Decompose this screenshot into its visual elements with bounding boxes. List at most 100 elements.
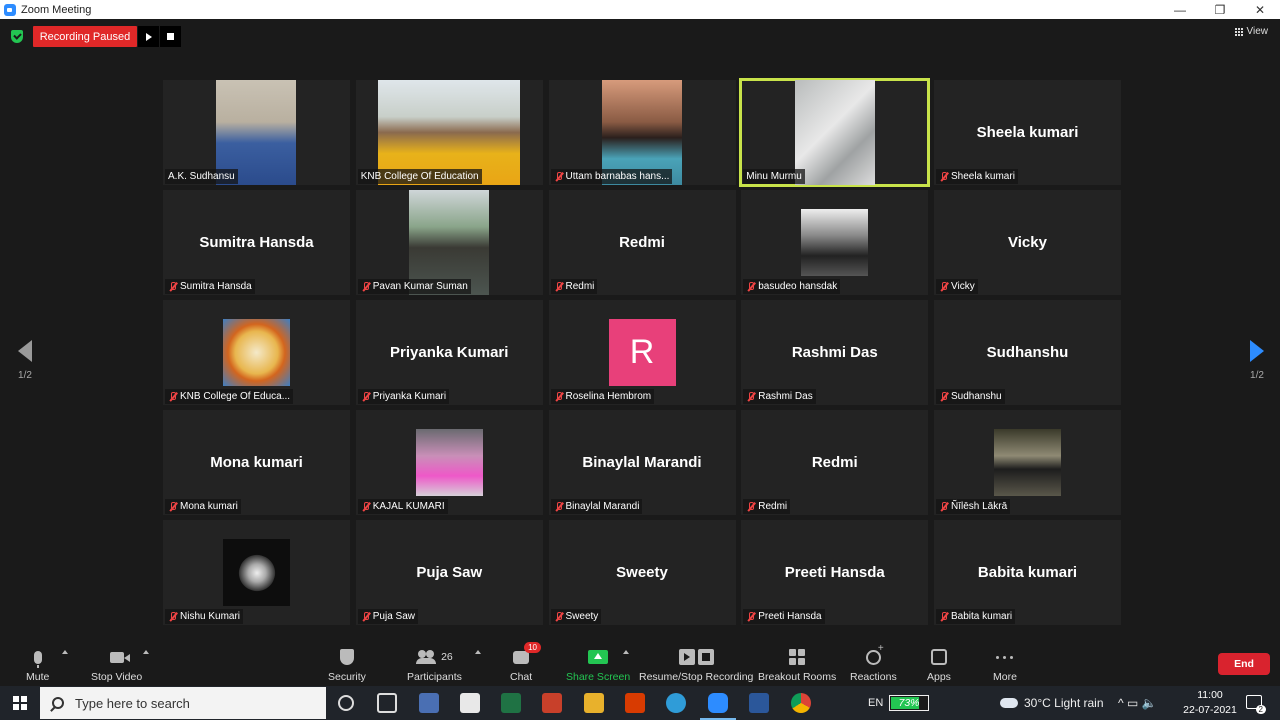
system-tray-icons[interactable]: ^ ▭ 🔈 (1118, 686, 1157, 720)
participant-avatar (223, 539, 290, 606)
participant-display-name: Rashmi Das (791, 344, 878, 361)
participant-name: Rashmi Das (758, 391, 813, 402)
store-icon[interactable] (460, 693, 480, 713)
video-options-caret-icon[interactable] (143, 650, 149, 654)
participant-name-tag: KNB College Of Education (357, 169, 482, 184)
security-button[interactable]: Security (328, 646, 366, 683)
participant-name-tag: basudeo hansdak (743, 279, 841, 294)
participant-tile[interactable]: Priyanka Kumari Priyanka Kumari (355, 300, 543, 405)
mic-muted-icon (939, 171, 948, 182)
participant-name-tag: Sheela kumari (936, 169, 1018, 184)
apps-button[interactable]: Apps (927, 646, 951, 683)
participant-tile[interactable]: R Roselina Hembrom (548, 300, 736, 405)
participant-tile[interactable]: Redmi Redmi (548, 190, 736, 295)
participant-tile[interactable]: Binaylal Marandi Binaylal Marandi (548, 410, 736, 515)
more-dots-icon (996, 655, 1014, 659)
previous-page-nav[interactable]: 1/2 (15, 340, 35, 381)
participant-name-tag: Priyanka Kumari (357, 389, 450, 404)
participant-tile[interactable]: Puja Saw Puja Saw (355, 520, 543, 625)
language-indicator[interactable]: EN (868, 686, 883, 720)
participant-video-feed (795, 80, 876, 185)
participant-tile[interactable]: Sumitra Hansda Sumitra Hansda (163, 190, 350, 295)
participant-tile[interactable]: Sweety Sweety (548, 520, 736, 625)
flower-image-icon (233, 549, 280, 596)
stop-icon (167, 33, 174, 40)
participants-options-caret-icon[interactable] (475, 650, 481, 654)
mute-button[interactable]: Mute (26, 646, 49, 683)
notification-center-icon[interactable]: 2 (1246, 695, 1266, 714)
participant-name-tag: Pavan Kumar Suman (357, 279, 471, 294)
participant-avatar (415, 429, 483, 496)
security-shield-icon (339, 649, 354, 665)
share-screen-icon (588, 650, 609, 664)
participant-tile[interactable]: Babita kumari Babita kumari (934, 520, 1121, 625)
more-button[interactable]: More (993, 646, 1017, 683)
participant-tile[interactable]: basudeo hansdak (741, 190, 929, 295)
notification-count: 2 (1255, 705, 1266, 714)
taskbar-clock[interactable]: 11:00 22-07-2021 (1180, 688, 1240, 718)
zoom-taskbar-icon[interactable] (700, 693, 736, 720)
taskbar-search-box[interactable]: Type here to search (40, 687, 326, 719)
participant-tile[interactable]: Ñīlēsh Lākrā (934, 410, 1121, 515)
view-button[interactable]: View (1235, 26, 1268, 37)
chat-button[interactable]: 10 Chat (510, 642, 541, 683)
app-icon-2[interactable] (542, 693, 562, 713)
participant-tile[interactable]: Pavan Kumar Suman (355, 190, 543, 295)
participant-name: Redmi (565, 281, 595, 292)
maximize-button[interactable]: ❐ (1200, 0, 1240, 19)
share-options-caret-icon[interactable] (623, 650, 629, 654)
more-label: More (993, 671, 1017, 683)
participant-name-tag: Nishu Kumari (165, 609, 244, 624)
battery-indicator[interactable]: 73% (889, 695, 929, 711)
resume-recording-button[interactable] (138, 26, 159, 47)
edge-icon[interactable] (666, 693, 686, 713)
participant-tile[interactable]: KNB College Of Education (355, 80, 543, 185)
task-view-icon[interactable] (377, 693, 397, 713)
encryption-shield-icon[interactable] (11, 30, 23, 43)
minimize-button[interactable]: — (1160, 0, 1200, 19)
reactions-button[interactable]: Reactions (850, 643, 897, 684)
close-button[interactable]: ✕ (1240, 0, 1280, 19)
window-title: Zoom Meeting (21, 3, 92, 16)
participant-name: Uttam barnabas hans... (565, 171, 670, 182)
cloud-rain-icon (1000, 698, 1018, 708)
share-screen-button[interactable]: Share Screen (566, 646, 630, 683)
end-meeting-button[interactable]: End (1218, 653, 1270, 675)
excel-icon[interactable] (501, 693, 521, 713)
stop-video-button[interactable]: Stop Video (91, 646, 142, 683)
participant-name-tag: Binaylal Marandi (550, 499, 643, 514)
app-icon-1[interactable] (419, 693, 439, 713)
stop-recording-button[interactable] (160, 26, 181, 47)
next-page-nav[interactable]: 1/2 (1247, 340, 1267, 381)
audio-options-caret-icon[interactable] (62, 650, 68, 654)
weather-widget[interactable]: 30°C Light rain (1000, 686, 1104, 720)
resume-stop-recording-button[interactable]: Resume/Stop Recording (639, 646, 753, 683)
share-screen-label: Share Screen (566, 671, 631, 683)
participant-tile[interactable]: Sheela kumari Sheela kumari (934, 80, 1121, 185)
word-icon[interactable] (749, 693, 769, 713)
weather-text: 30°C Light rain (1024, 696, 1104, 710)
breakout-rooms-button[interactable]: Breakout Rooms (758, 646, 836, 683)
participant-tile[interactable]: KAJAL KUMARI (355, 410, 543, 515)
participant-tile[interactable]: Uttam barnabas hans... (548, 80, 736, 185)
participants-button[interactable]: 26 Participants (407, 646, 462, 683)
office-icon[interactable] (625, 693, 645, 713)
mic-muted-icon (746, 281, 755, 292)
participant-name-tag: Sweety (550, 609, 602, 624)
participant-name: Binaylal Marandi (565, 501, 640, 512)
participant-tile[interactable]: Preeti Hansda Preeti Hansda (741, 520, 929, 625)
participant-tile[interactable]: A.K. Sudhansu (163, 80, 350, 185)
windows-start-icon[interactable] (13, 696, 27, 710)
participant-tile[interactable]: Nishu Kumari (163, 520, 350, 625)
mic-muted-icon (554, 501, 563, 512)
participant-tile[interactable]: Sudhanshu Sudhanshu (934, 300, 1121, 405)
file-explorer-icon[interactable] (584, 693, 604, 713)
participant-tile[interactable]: Rashmi Das Rashmi Das (741, 300, 929, 405)
participant-tile[interactable]: Vicky Vicky (934, 190, 1121, 295)
cortana-icon[interactable] (338, 695, 354, 711)
participant-tile[interactable]: Mona kumari Mona kumari (163, 410, 350, 515)
participant-tile[interactable]: Redmi Redmi (741, 410, 929, 515)
chrome-icon[interactable] (791, 693, 811, 713)
participant-tile[interactable]: KNB College Of Educa... (163, 300, 350, 405)
participant-tile[interactable]: Minu Murmu (739, 78, 931, 187)
